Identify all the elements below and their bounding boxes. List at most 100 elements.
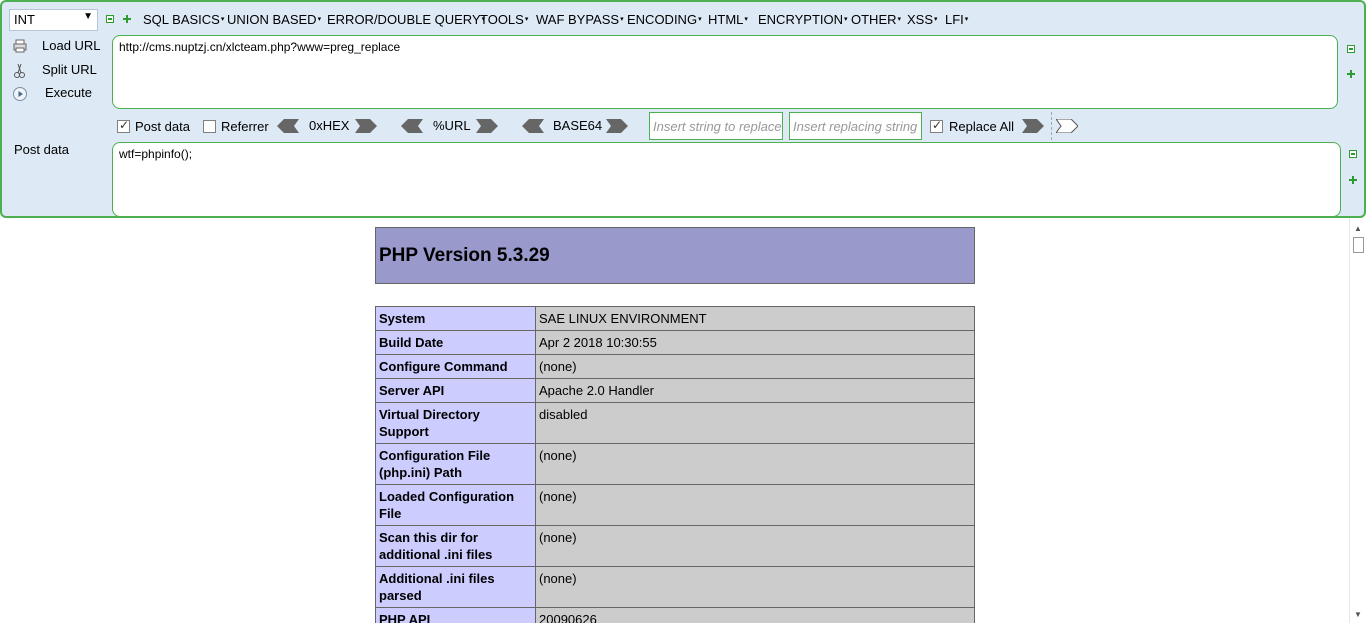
- row-value: (none): [535, 566, 975, 608]
- menu-item-union-based[interactable]: UNION BASED▾: [227, 12, 321, 27]
- row-value: (none): [535, 525, 975, 567]
- row-value: Apache 2.0 Handler: [535, 378, 975, 403]
- caret-down-icon: ▾: [620, 16, 624, 23]
- row-value: Apr 2 2018 10:30:55: [535, 330, 975, 355]
- split-url-button[interactable]: Split URL: [10, 60, 105, 80]
- caret-down-icon: ▾: [964, 16, 969, 23]
- url-shrink-icon[interactable]: [1347, 45, 1355, 53]
- menu-item-label: UNION BASED: [227, 12, 317, 27]
- caret-down-icon: ▾: [524, 16, 529, 23]
- play-icon: [12, 86, 28, 102]
- table-row: Virtual Directory Support disabled: [375, 402, 975, 444]
- replacing-string-input[interactable]: Insert replacing string: [789, 112, 922, 140]
- replace-all-label: Replace All: [949, 119, 1015, 134]
- menu-item-label: ENCODING: [627, 12, 698, 27]
- separator: [1051, 112, 1052, 140]
- options-row: Post data Referrer 0xHEX %URL BASE64 Ins…: [2, 112, 1364, 140]
- url-expand-icon[interactable]: [1347, 70, 1355, 78]
- post-shrink-icon[interactable]: [1349, 150, 1357, 158]
- menu-item-html[interactable]: HTML▾: [708, 12, 748, 27]
- replacing-string-placeholder: Insert replacing string: [793, 119, 918, 134]
- menu-item-label: ERROR/DOUBLE QUERY: [327, 12, 481, 27]
- scissors-icon: [12, 63, 28, 79]
- post-data-textarea[interactable]: wtf=phpinfo();: [112, 142, 1341, 217]
- url-encode-right-arrow-icon[interactable]: [476, 119, 498, 133]
- menu-item-label: SQL BASICS: [143, 12, 220, 27]
- replace-string-placeholder: Insert string to replace: [653, 119, 782, 134]
- hackbar-panel: INT ▼ SQL BASICS▾ UNION BASED▾ ERROR/DOUBL…: [0, 0, 1366, 218]
- printer-icon: [12, 39, 28, 55]
- caret-down-icon: ▾: [844, 16, 848, 23]
- row-key: Server API: [375, 378, 536, 403]
- php-version-header: PHP Version 5.3.29: [375, 227, 975, 284]
- referrer-checkbox[interactable]: [203, 120, 216, 133]
- row-key: Configure Command: [375, 354, 536, 379]
- execute-button[interactable]: Execute: [10, 83, 105, 103]
- load-url-button[interactable]: Load URL: [10, 36, 105, 56]
- menu-item-other[interactable]: OTHER▾: [851, 12, 901, 27]
- hackbar-menubar: INT ▼ SQL BASICS▾ UNION BASED▾ ERROR/DOUBL…: [2, 6, 1364, 32]
- base64-decode-left-arrow-icon[interactable]: [522, 119, 544, 133]
- post-data-label: Post data: [135, 119, 190, 134]
- row-value: SAE LINUX ENVIRONMENT: [535, 306, 975, 331]
- url-decode-left-arrow-icon[interactable]: [401, 119, 423, 133]
- scroll-up-icon[interactable]: ▲: [1354, 224, 1362, 233]
- url-value: http://cms.nuptzj.cn/xlcteam.php?www=pre…: [119, 40, 401, 54]
- plus-icon[interactable]: [123, 15, 131, 23]
- minus-icon[interactable]: [106, 15, 114, 23]
- int-type-select[interactable]: INT ▼: [9, 9, 98, 31]
- post-data-section-label: Post data: [14, 142, 69, 157]
- referrer-label: Referrer: [221, 119, 269, 134]
- row-key: Scan this dir for additional .ini files: [375, 525, 536, 567]
- hex-encode-right-arrow-icon[interactable]: [355, 119, 377, 133]
- menu-item-label: TOOLS: [480, 12, 524, 27]
- row-key: Configuration File (php.ini) Path: [375, 443, 536, 485]
- caret-down-icon: ▾: [744, 16, 748, 23]
- table-row: Configuration File (php.ini) Path (none): [375, 443, 975, 485]
- menu-item-encoding[interactable]: ENCODING▾: [627, 12, 702, 27]
- post-data-value: wtf=phpinfo();: [119, 147, 193, 161]
- page-content: PHP Version 5.3.29 System SAE LINUX ENVIR…: [0, 218, 1349, 623]
- hex-decode-left-arrow-icon[interactable]: [277, 119, 299, 133]
- replace-go-right-arrow-icon[interactable]: [1022, 119, 1044, 133]
- row-key: PHP API: [375, 607, 536, 623]
- row-key: Build Date: [375, 330, 536, 355]
- row-value: disabled: [535, 402, 975, 444]
- menu-item-encryption[interactable]: ENCRYPTION▾: [758, 12, 848, 27]
- row-key: Loaded Configuration File: [375, 484, 536, 526]
- scroll-down-icon[interactable]: ▼: [1354, 610, 1362, 619]
- load-url-label: Load URL: [42, 38, 101, 53]
- execute-label: Execute: [45, 85, 92, 100]
- menu-item-tools[interactable]: TOOLS▾: [480, 12, 528, 27]
- caret-down-icon: ▾: [317, 16, 322, 23]
- caret-down-icon: ▾: [220, 16, 225, 23]
- menu-item-error-double-query[interactable]: ERROR/DOUBLE QUERY▾: [327, 12, 485, 27]
- row-value: (none): [535, 443, 975, 485]
- menu-item-sql-basics[interactable]: SQL BASICS▾: [143, 12, 224, 27]
- base64-encode-right-arrow-icon[interactable]: [606, 119, 628, 133]
- split-url-label: Split URL: [42, 62, 97, 77]
- menu-item-waf-bypass[interactable]: WAF BYPASS▾: [536, 12, 624, 27]
- table-row: Scan this dir for additional .ini files(…: [375, 525, 975, 567]
- menu-item-xss[interactable]: XSS▾: [907, 12, 938, 27]
- table-row: Build Date Apr 2 2018 10:30:55: [375, 330, 975, 355]
- caret-down-icon: ▾: [934, 16, 938, 23]
- replace-all-checkbox[interactable]: [930, 118, 943, 133]
- row-key: Additional .ini files parsed: [375, 566, 536, 608]
- next-right-arrow-icon[interactable]: [1056, 119, 1078, 133]
- url-enc-label: %URL: [433, 118, 471, 133]
- replace-string-input[interactable]: Insert string to replace: [649, 112, 783, 140]
- menu-item-lfi[interactable]: LFI▾: [945, 12, 968, 27]
- row-key: Virtual Directory Support: [375, 402, 536, 444]
- chevron-down-icon: ▼: [83, 11, 93, 22]
- table-row: Server API Apache 2.0 Handler: [375, 378, 975, 403]
- post-data-checkbox[interactable]: [117, 118, 130, 133]
- caret-down-icon: ▾: [698, 16, 702, 23]
- table-row: PHP API 20090626: [375, 607, 975, 623]
- scrollbar-thumb[interactable]: [1353, 237, 1364, 253]
- vertical-scrollbar[interactable]: ▲ ▼: [1349, 218, 1366, 623]
- post-expand-icon[interactable]: [1349, 176, 1357, 184]
- url-textarea[interactable]: http://cms.nuptzj.cn/xlcteam.php?www=pre…: [112, 35, 1338, 109]
- base64-label: BASE64: [553, 118, 603, 133]
- int-select-value: INT: [14, 12, 35, 27]
